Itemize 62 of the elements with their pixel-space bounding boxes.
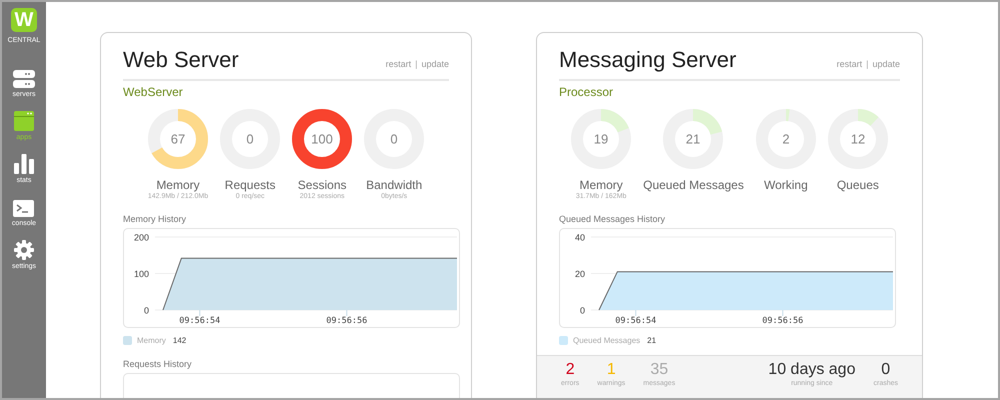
y-tick-label: 0 xyxy=(580,306,585,316)
stat-value: 35 xyxy=(650,361,668,379)
gauge-label: Memory xyxy=(156,178,200,192)
donut-gauge xyxy=(148,109,208,169)
legend-value: 21 xyxy=(647,336,656,345)
app-window-icon xyxy=(14,111,34,131)
gauge-value: 21 xyxy=(686,132,701,146)
legend-swatch xyxy=(559,336,568,345)
stat-value: 0 xyxy=(881,361,890,379)
separator: | xyxy=(866,59,868,69)
donut-gauge xyxy=(756,109,816,169)
settings-icon xyxy=(14,240,34,260)
gauge-value: 0 xyxy=(246,132,254,146)
terminal-icon xyxy=(13,200,34,217)
action-link[interactable]: restart xyxy=(836,59,862,69)
x-tick-label: 09:56:56 xyxy=(762,316,804,326)
donut-gauge xyxy=(663,109,724,169)
card-title: Web Server xyxy=(123,47,239,73)
stat-value: 10 days ago xyxy=(768,361,856,379)
gauge-label: Requests xyxy=(224,178,276,192)
separator: | xyxy=(415,59,418,69)
gauge-label: Working xyxy=(764,178,808,192)
y-tick-label: 200 xyxy=(134,232,149,242)
legend-label: Memory xyxy=(137,336,166,345)
logo-mark: W xyxy=(11,8,37,32)
donut-gauge xyxy=(571,109,632,169)
stat-value: 1 xyxy=(606,361,616,379)
chart-title: Requests History xyxy=(123,359,193,369)
action-link[interactable]: restart xyxy=(386,59,412,69)
action-link[interactable]: update xyxy=(872,59,900,69)
donut-gauge xyxy=(828,109,888,169)
process-name: WebServer xyxy=(123,85,184,99)
x-tick-label: 09:56:54 xyxy=(615,316,656,326)
process-name: Processor xyxy=(559,85,614,99)
legend-label: Queued Messages xyxy=(573,336,640,345)
bar-chart-icon xyxy=(14,154,34,174)
gauge-value: 2 xyxy=(782,132,790,146)
gauge-value: 12 xyxy=(850,132,866,146)
chart-title: Memory History xyxy=(123,214,188,224)
gauge-value: 19 xyxy=(594,132,608,146)
action-link[interactable]: update xyxy=(421,59,449,69)
gauge-value: 100 xyxy=(311,132,333,146)
chart-title: Queued Messages History xyxy=(559,214,666,224)
stat-value: 2 xyxy=(566,361,575,379)
y-tick-label: 100 xyxy=(134,269,149,279)
gauge-value: 67 xyxy=(170,132,186,146)
gauge-label: Sessions xyxy=(298,178,346,192)
gauge-label: Memory xyxy=(579,178,623,192)
y-tick-label: 0 xyxy=(144,306,149,316)
gauge-label: Queues xyxy=(836,178,879,192)
y-tick-label: 40 xyxy=(574,232,585,242)
card-title: Messaging Server xyxy=(559,47,736,73)
y-tick-label: 20 xyxy=(574,269,585,279)
legend-swatch xyxy=(123,336,132,345)
donut-gauge xyxy=(292,109,352,169)
x-tick-label: 09:56:54 xyxy=(179,316,220,326)
server-stack-icon xyxy=(12,70,35,88)
gauge-value: 0 xyxy=(390,132,398,146)
gauge-label: Queued Messages xyxy=(643,178,744,192)
legend-value: 142 xyxy=(172,336,186,345)
x-tick-label: 09:56:56 xyxy=(326,316,368,326)
gauge-label: Bandwidth xyxy=(366,178,422,192)
